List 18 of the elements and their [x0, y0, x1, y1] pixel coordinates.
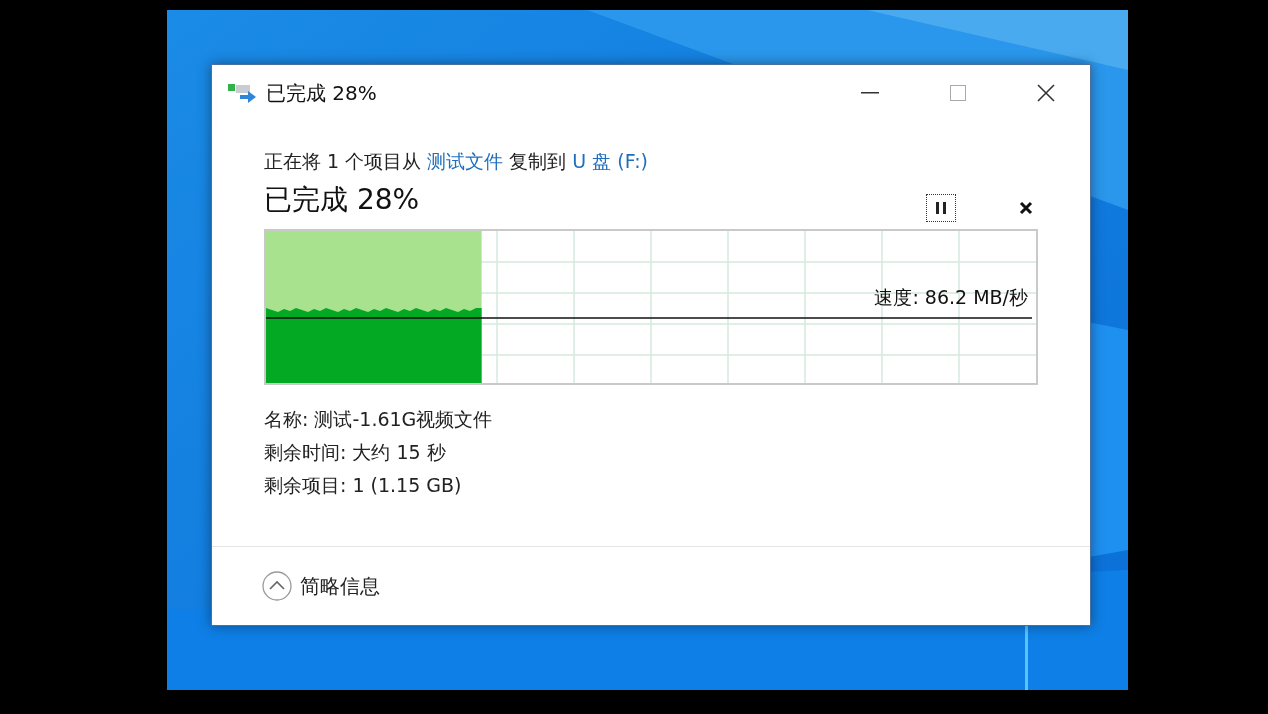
- close-icon: [1019, 201, 1033, 215]
- detail-text: 剩余项目: 1 (1.15 GB): [264, 473, 463, 498]
- pause-icon: [936, 202, 946, 214]
- maximize-icon: [950, 85, 966, 101]
- speed-label: 速度: 86.2 MB/秒: [874, 285, 1028, 310]
- folder-link[interactable]: U 盘 (F:): [572, 150, 648, 172]
- pause-button[interactable]: [926, 194, 956, 222]
- details-toggle[interactable]: 简略信息: [262, 571, 380, 601]
- detail-text: 剩余时间: 大约 15 秒: [264, 440, 447, 465]
- copy-icon: [228, 82, 258, 104]
- folder-link[interactable]: 测试文件: [427, 150, 504, 172]
- chevron-up-icon: [262, 571, 292, 601]
- detail-text: 名称: 测试-1.61G视频文件: [264, 407, 494, 432]
- progress-heading: 已完成 28%: [264, 182, 421, 218]
- window-title: 已完成 28%: [266, 79, 378, 107]
- copy-status-text: 正在将 1 个项目从 测试文件 复制到 U 盘 (F:): [264, 149, 649, 174]
- close-icon: [1037, 84, 1055, 102]
- minimize-icon: [861, 92, 879, 94]
